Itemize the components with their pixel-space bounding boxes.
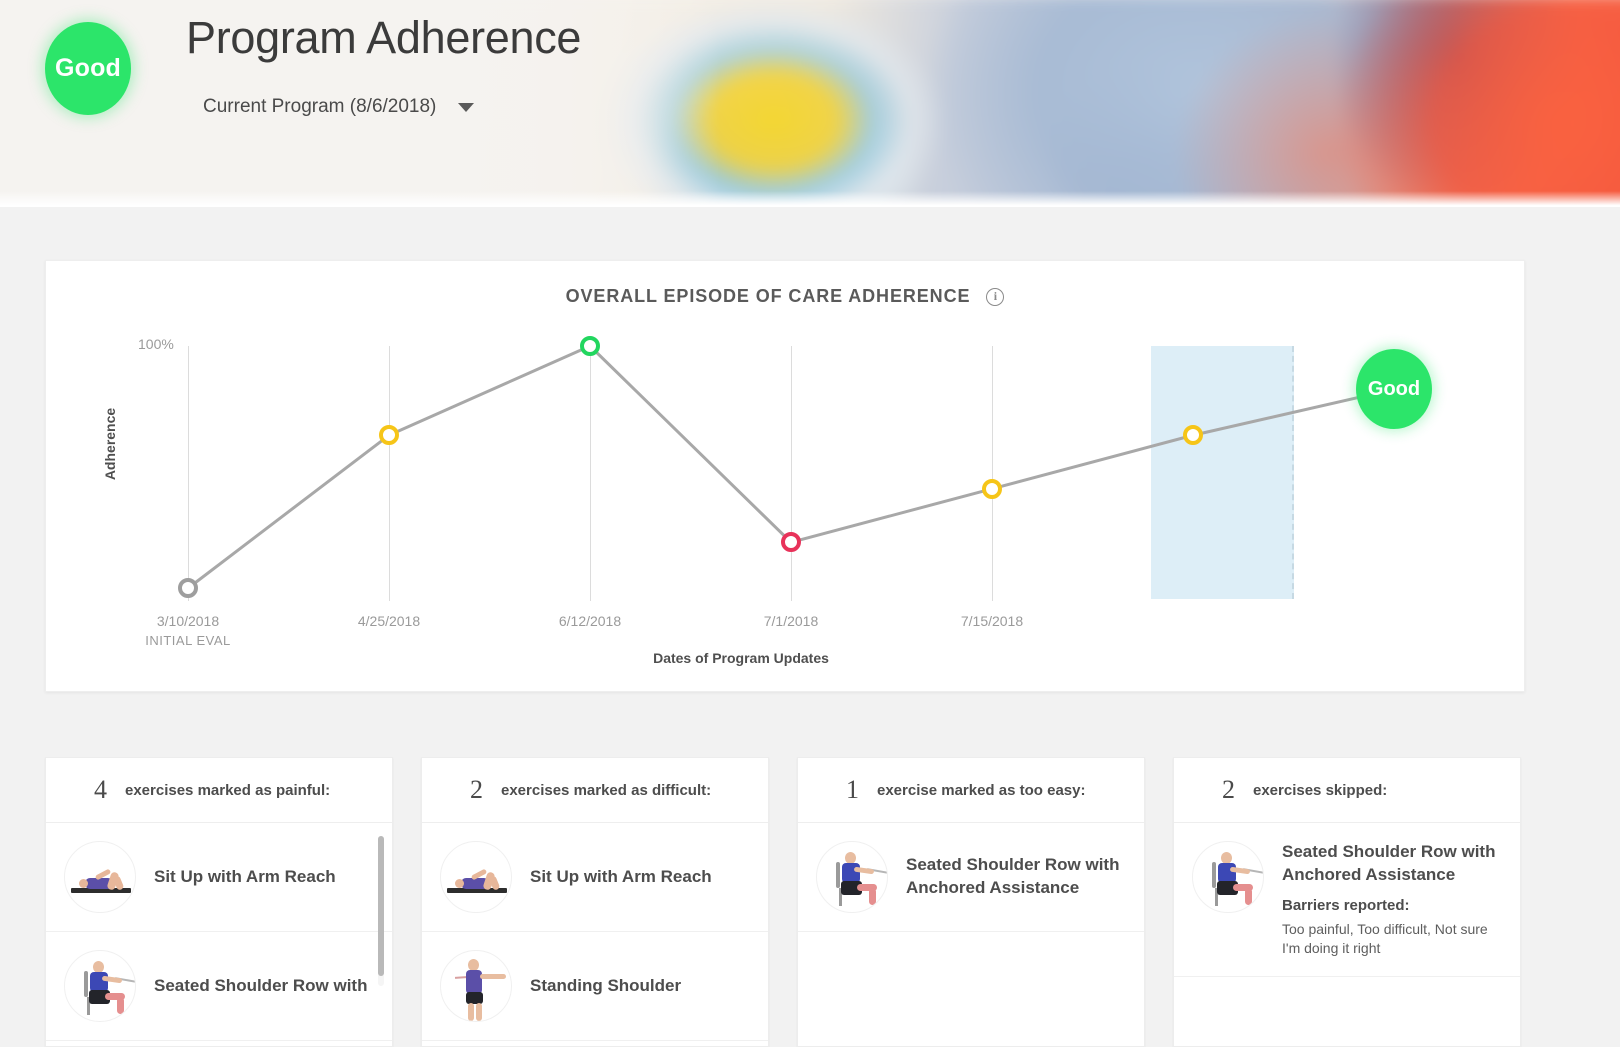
summary-card-list: Sit Up with Arm Reach Seated Shoulder Row… [46, 823, 392, 1041]
figure-part-shin [869, 888, 876, 905]
current-adherence-bubble[interactable]: Good [1356, 349, 1432, 430]
summary-card-label: exercise marked as too easy: [877, 781, 1086, 799]
chart-data-point-poor[interactable] [781, 532, 801, 553]
list-item-text: Seated Shoulder Row with Anchored Assist… [906, 854, 1130, 900]
summary-card-list: Seated Shoulder Row with Anchored Assist… [1174, 823, 1520, 977]
exercise-thumbnail [440, 841, 512, 913]
exercise-figure-icon [441, 951, 511, 1021]
adherence-line-path [186, 344, 1396, 590]
list-item[interactable]: Seated Shoulder Row with Anchored Assist… [798, 823, 1144, 932]
list-item-text: Standing Shoulder [530, 975, 754, 998]
exercise-figure-icon [441, 842, 511, 912]
figure-part-head [455, 879, 464, 888]
summary-card-count: 2 [1222, 775, 1235, 804]
overall-status-badge: Good [45, 22, 131, 115]
program-selector-label: Current Program (8/6/2018) [203, 96, 437, 117]
figure-part-chairback [1212, 862, 1216, 888]
figure-part-chairback [84, 971, 88, 997]
list-item-text: Seated Shoulder Row with [154, 975, 378, 998]
summary-card-skipped-card: 2 exercises skipped: Seated Shoulder Row w… [1173, 757, 1521, 1047]
chart-data-point-none[interactable] [178, 578, 198, 599]
figure-part-torso [1218, 863, 1236, 883]
exercise-figure-icon [817, 842, 887, 912]
chart-data-point-fair[interactable] [982, 478, 1002, 499]
adherence-chart-card: OVERALL EPISODE OF CARE ADHERENCE i Adhe… [45, 260, 1525, 692]
figure-part-short [466, 992, 483, 1004]
adherence-line-chart: Adherence 100% Dates of Program Updates … [46, 261, 1524, 691]
list-item-text: Sit Up with Arm Reach [530, 866, 754, 889]
list-item[interactable]: Seated Shoulder Row with Anchored Assist… [1174, 823, 1520, 977]
figure-part-shin [1245, 888, 1252, 905]
exercise-name: Seated Shoulder Row with Anchored Assist… [1282, 842, 1496, 884]
list-item[interactable]: Sit Up with Arm Reach [46, 823, 392, 932]
summary-card-list: Seated Shoulder Row with Anchored Assist… [798, 823, 1144, 932]
summary-card-header: 2 exercises marked as difficult: [422, 758, 768, 823]
list-item[interactable]: Standing Shoulder [422, 932, 768, 1041]
summary-card-label: exercises marked as painful: [125, 781, 331, 799]
figure-part-head [79, 879, 88, 888]
summary-card-label: exercises marked as difficult: [501, 781, 712, 799]
current-adherence-bubble-label: Good [1367, 377, 1421, 400]
figure-part-leg [468, 1003, 474, 1021]
program-selector[interactable]: Current Program (8/6/2018) [203, 96, 475, 118]
figure-part-shin [117, 997, 124, 1014]
summary-card-count: 4 [94, 775, 107, 804]
figure-part-torso [90, 972, 108, 992]
summary-card-too-easy-card: 1 exercise marked as too easy: Seated Shou… [797, 757, 1145, 1047]
page-title: Program Adherence [186, 12, 582, 63]
chart-data-point-fair[interactable] [379, 425, 399, 446]
summary-card-count: 2 [470, 775, 483, 804]
chevron-down-icon [458, 102, 475, 112]
list-item[interactable]: Sit Up with Arm Reach [422, 823, 768, 932]
page-header: Good Program Adherence Current Program (… [0, 0, 1620, 207]
summary-card-count: 1 [846, 775, 859, 804]
summary-card-header: 4 exercises marked as painful: [46, 758, 392, 823]
list-scrollbar-thumb[interactable] [378, 836, 384, 976]
exercise-thumbnail [64, 950, 136, 1022]
figure-part-arm [480, 974, 506, 979]
chart-data-point-fair[interactable] [1183, 425, 1203, 446]
summary-card-painful-card: 4 exercises marked as painful: Sit Up with… [45, 757, 393, 1047]
summary-card-difficult-card: 2 exercises marked as difficult: Sit Up wi… [421, 757, 769, 1047]
exercise-name: Sit Up with Arm Reach [154, 866, 336, 886]
exercise-thumbnail [816, 841, 888, 913]
summary-card-header: 2 exercises skipped: [1174, 758, 1520, 823]
overall-status-badge-label: Good [54, 54, 122, 82]
exercise-figure-icon [65, 842, 135, 912]
figure-part-chairback [836, 862, 840, 888]
exercise-name: Sit Up with Arm Reach [530, 866, 712, 886]
figure-part-torso [842, 863, 860, 883]
list-item-text: Seated Shoulder Row with Anchored Assist… [1282, 841, 1506, 958]
summary-card-list: Sit Up with Arm Reach Standing Shoulder [422, 823, 768, 1041]
figure-part-leg2 [476, 1003, 482, 1021]
summary-card-label: exercises skipped: [1253, 781, 1388, 799]
exercise-thumbnail [440, 950, 512, 1022]
figure-part-torso [466, 970, 482, 994]
exercise-summary-cards: 4 exercises marked as painful: Sit Up with… [45, 757, 1575, 1047]
exercise-thumbnail [1192, 841, 1264, 913]
exercise-figure-icon [65, 951, 135, 1021]
list-item-text: Sit Up with Arm Reach [154, 866, 378, 889]
exercise-name: Seated Shoulder Row with [154, 975, 368, 995]
exercise-name: Seated Shoulder Row with Anchored Assist… [906, 855, 1120, 897]
exercise-thumbnail [64, 841, 136, 913]
barriers-reported-text: Too painful, Too difficult, Not sure I'm… [1282, 920, 1488, 956]
barriers-reported-label: Barriers reported: [1282, 896, 1410, 914]
chart-data-point-good[interactable] [580, 336, 600, 356]
exercise-name: Standing Shoulder [530, 975, 682, 995]
list-item[interactable]: Seated Shoulder Row with [46, 932, 392, 1041]
header-bottom-fade [0, 191, 1620, 207]
summary-card-header: 1 exercise marked as too easy: [798, 758, 1144, 823]
exercise-figure-icon [1193, 842, 1263, 912]
